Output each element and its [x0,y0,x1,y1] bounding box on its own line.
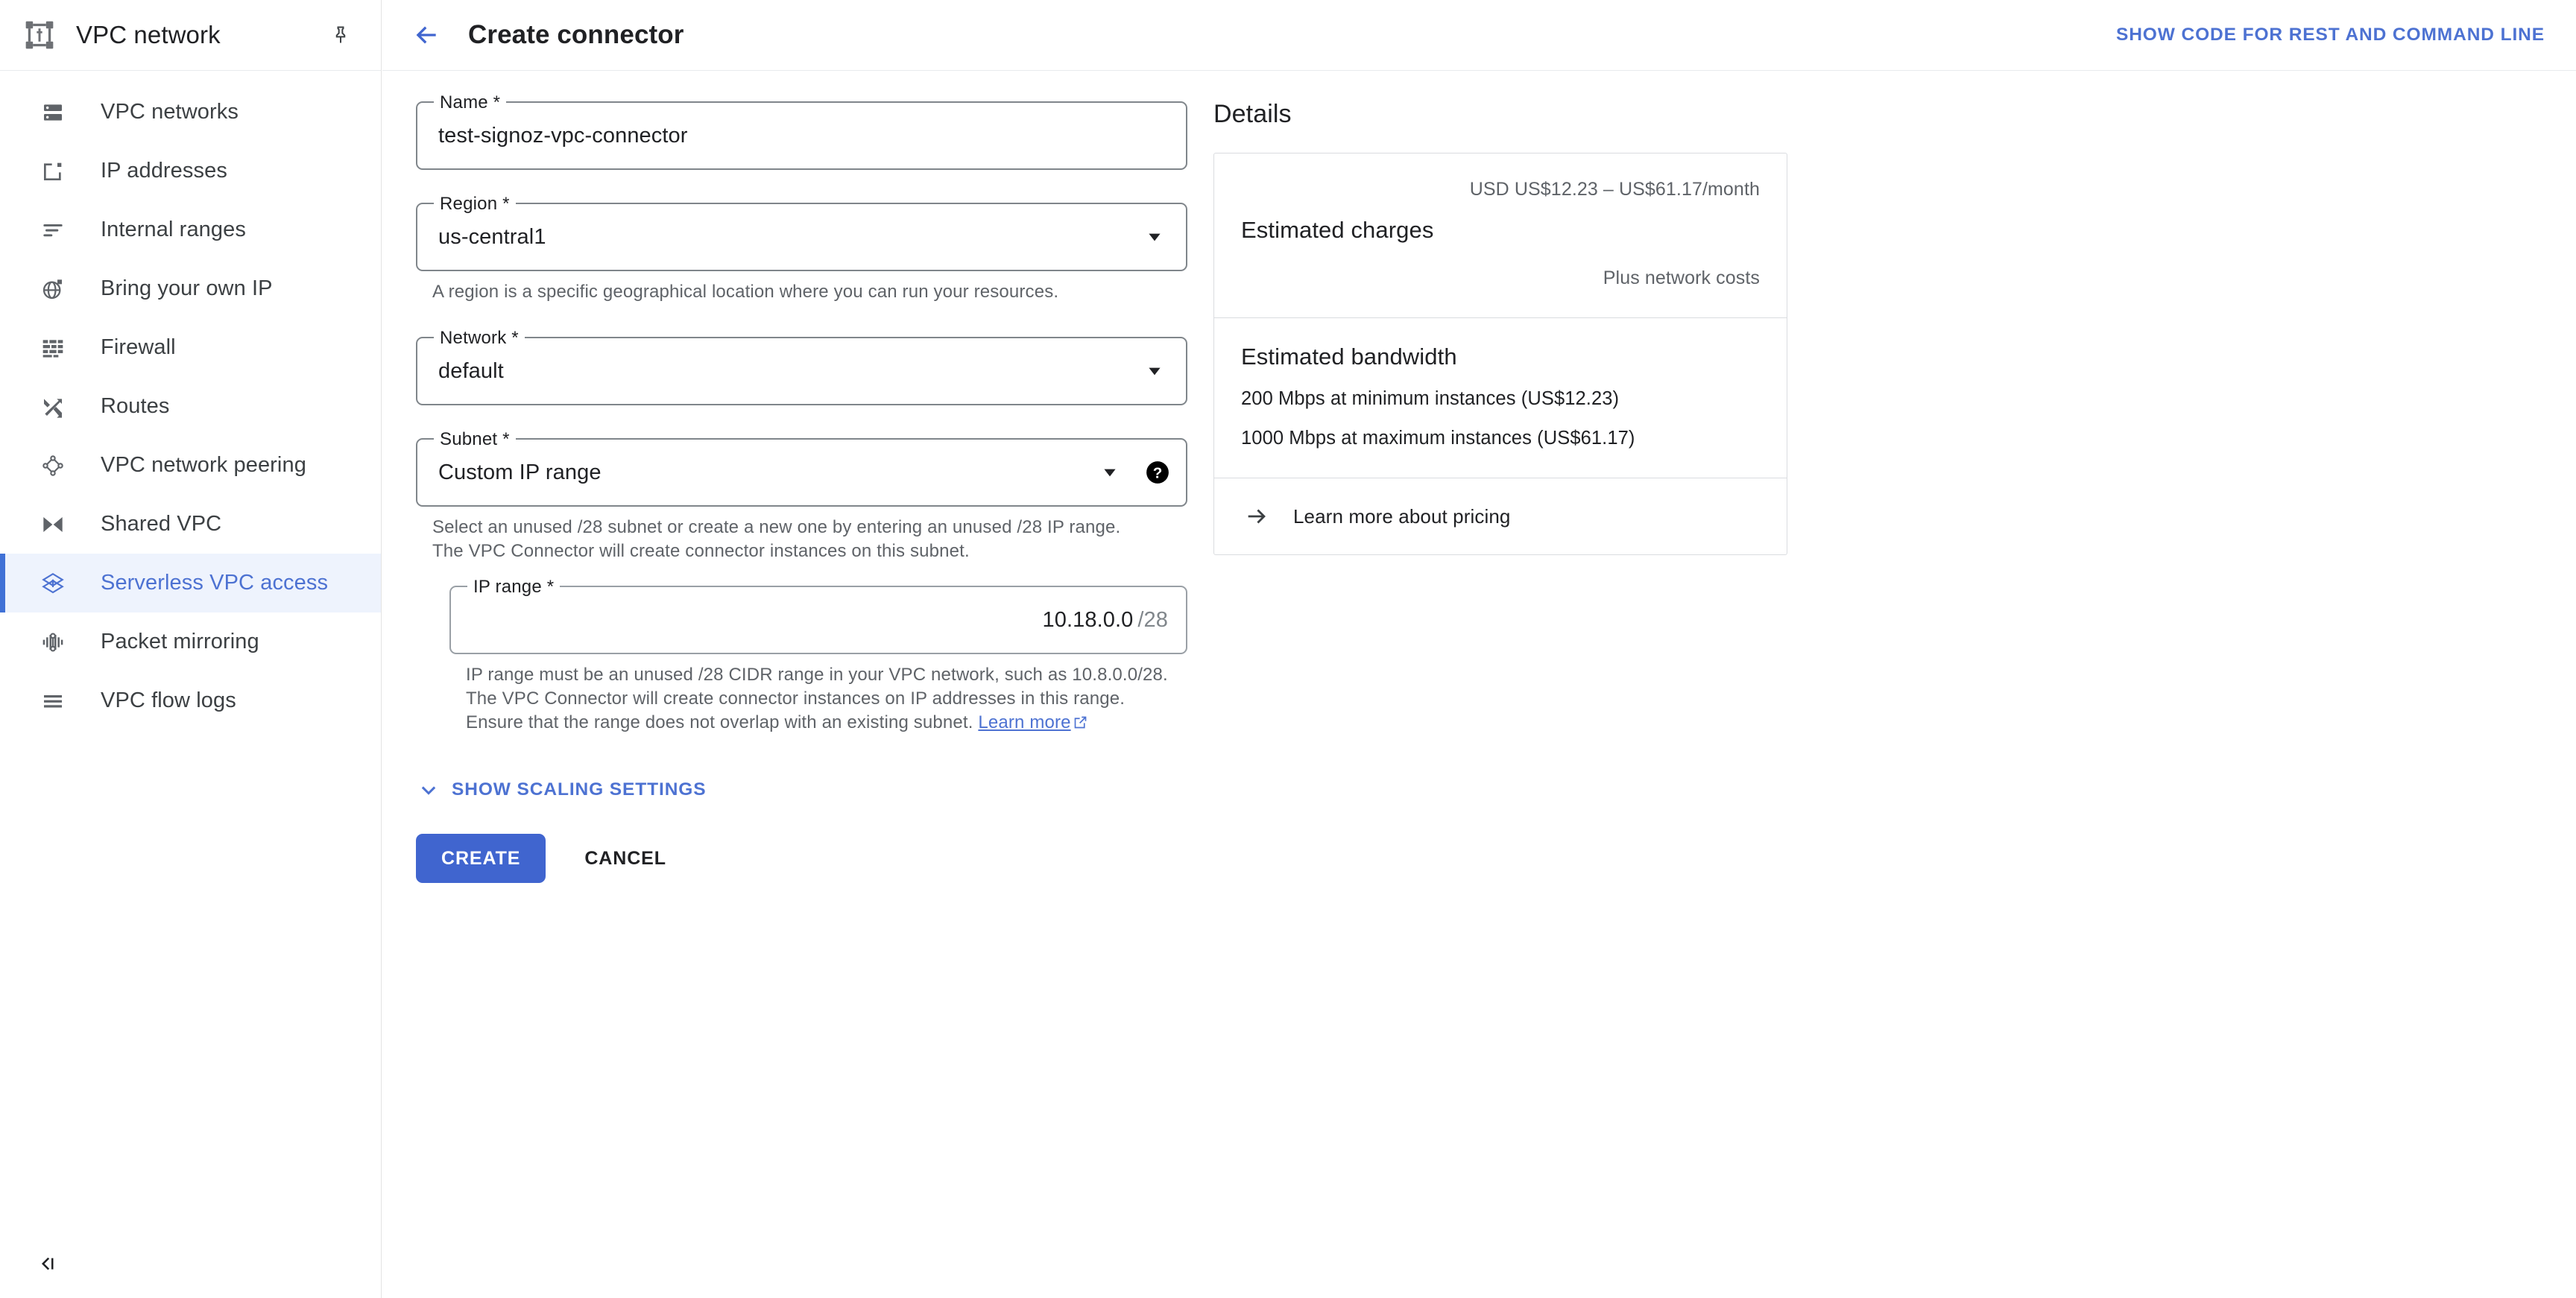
region-selected-value: us-central1 [438,224,546,249]
form-actions: CREATE CANCEL [416,834,1187,883]
estimated-charges-heading: Estimated charges [1241,217,1434,243]
sidebar-item-vpc-network-peering[interactable]: VPC network peering [0,436,381,495]
sidebar-item-vpc-flow-logs[interactable]: VPC flow logs [0,671,381,730]
collapse-panel-icon[interactable] [30,1246,66,1282]
network-field[interactable]: Network * default [416,328,1187,405]
vpc-networks-icon [39,98,67,127]
sidebar-item-vpc-networks[interactable]: VPC networks [0,83,381,142]
ip-range-hint: IP range must be an unused /28 CIDR rang… [466,663,1181,737]
sidebar-item-routes[interactable]: Routes [0,377,381,436]
subnet-field[interactable]: Subnet * Custom IP range ? [416,429,1187,507]
chevron-down-icon[interactable] [1137,353,1172,389]
name-input[interactable] [417,123,1186,148]
network-field-label: Network * [434,328,525,349]
plus-network-costs-note: Plus network costs [1603,267,1760,288]
chevron-down-icon[interactable] [1137,219,1172,255]
subnet-field-label: Subnet * [434,429,516,450]
sidebar-item-label: Packet mirroring [101,630,259,653]
name-field-label: Name * [434,92,507,113]
show-code-rest-link[interactable]: SHOW CODE FOR REST AND COMMAND LINE [2116,25,2545,45]
chevron-down-icon[interactable] [1092,455,1128,490]
top-bar: Create connector SHOW CODE FOR REST AND … [382,0,2576,71]
arrow-right-icon [1241,501,1272,532]
sidebar-item-label: Routes [101,394,170,418]
ip-range-learn-more-link[interactable]: Learn more [978,712,1070,732]
packet-mirroring-icon [39,628,67,656]
bandwidth-min-line: 200 Mbps at minimum instances (US$12.23) [1241,388,1620,409]
learn-more-about-pricing-label: Learn more about pricing [1293,504,1511,528]
ip-range-group: IP range * /28 IP range must be an unuse… [449,577,1187,737]
estimated-charges-section: USD US$12.23 – US$61.17/month Estimated … [1214,153,1787,317]
shared-vpc-icon [39,510,67,539]
create-connector-form: Name * Region * us-central1 A region is … [416,92,1187,883]
internal-ranges-icon [39,216,67,244]
help-circle-icon[interactable]: ? [1141,456,1174,489]
pin-icon[interactable] [326,20,356,50]
ip-range-field-label: IP range * [467,577,561,598]
network-selected-value: default [438,358,504,383]
details-card: USD US$12.23 – US$61.17/month Estimated … [1213,153,1787,555]
sidebar-item-label: Shared VPC [101,512,222,536]
region-field[interactable]: Region * us-central1 [416,194,1187,271]
sidebar-item-firewall[interactable]: Firewall [0,318,381,377]
sidebar-item-shared-vpc[interactable]: Shared VPC [0,495,381,554]
routes-icon [39,393,67,421]
back-arrow-icon[interactable] [407,16,446,54]
estimated-charges-range: USD US$12.23 – US$61.17/month [1469,179,1760,200]
estimated-bandwidth-heading: Estimated bandwidth [1241,344,1457,370]
estimated-bandwidth-section: Estimated bandwidth 200 Mbps at minimum … [1214,317,1787,478]
sidebar-item-label: VPC flow logs [101,688,236,712]
sidebar-item-bring-your-own-ip[interactable]: Bring your own IP [0,259,381,318]
sidebar-item-label: Bring your own IP [101,276,273,300]
sidebar-header: VPC network [0,0,381,71]
svg-text:?: ? [1153,464,1163,481]
page-product-title: VPC network [76,21,221,48]
sidebar-item-label: Firewall [101,335,176,359]
external-link-icon[interactable] [1073,713,1088,737]
name-field[interactable]: Name * [416,92,1187,170]
sidebar-item-label: Serverless VPC access [101,571,329,595]
sidebar-nav: VPC networks IP addresses Internal range… [0,71,381,730]
details-title: Details [1213,100,1292,128]
vpc-network-icon [22,18,57,52]
sidebar-item-label: VPC network peering [101,453,306,477]
bandwidth-max-line: 1000 Mbps at maximum instances (US$61.17… [1241,428,1635,449]
region-hint: A region is a specific geographical loca… [432,282,1059,302]
sidebar: VPC network VPC networks IP addresses In… [0,0,382,1298]
cancel-button[interactable]: CANCEL [562,834,689,883]
serverless-vpc-icon [39,569,67,598]
vpc-peering-icon [39,452,67,480]
bring-your-own-ip-icon [39,275,67,303]
subnet-hint: Select an unused /28 subnet or create a … [432,517,1121,561]
page-title: Create connector [468,20,684,49]
subnet-selected-value: Custom IP range [438,460,602,484]
sidebar-item-serverless-vpc-access[interactable]: Serverless VPC access [0,554,381,612]
learn-more-about-pricing-link[interactable]: Learn more about pricing [1214,478,1787,554]
firewall-icon [39,334,67,362]
sidebar-item-label: Internal ranges [101,218,246,241]
ip-range-input[interactable] [451,607,1138,633]
ip-addresses-icon [39,157,67,186]
sidebar-item-ip-addresses[interactable]: IP addresses [0,142,381,200]
chevron-down-icon [416,777,441,802]
ip-range-cidr-suffix: /28 [1137,607,1168,632]
sidebar-item-internal-ranges[interactable]: Internal ranges [0,200,381,259]
create-button[interactable]: CREATE [416,834,546,883]
sidebar-item-label: VPC networks [101,100,239,124]
details-panel: Details USD US$12.23 – US$61.17/month Es… [1213,100,1787,555]
ip-range-field[interactable]: IP range * /28 [449,577,1187,654]
sidebar-item-label: IP addresses [101,159,227,183]
show-scaling-settings-toggle[interactable]: SHOW SCALING SETTINGS [416,777,707,802]
vpc-flow-logs-icon [39,687,67,715]
show-scaling-settings-label: SHOW SCALING SETTINGS [452,779,707,800]
region-field-label: Region * [434,194,516,215]
main-content: Name * Region * us-central1 A region is … [382,72,2576,1298]
app-root: VPC network VPC networks IP addresses In… [0,0,2576,1298]
sidebar-item-packet-mirroring[interactable]: Packet mirroring [0,612,381,671]
